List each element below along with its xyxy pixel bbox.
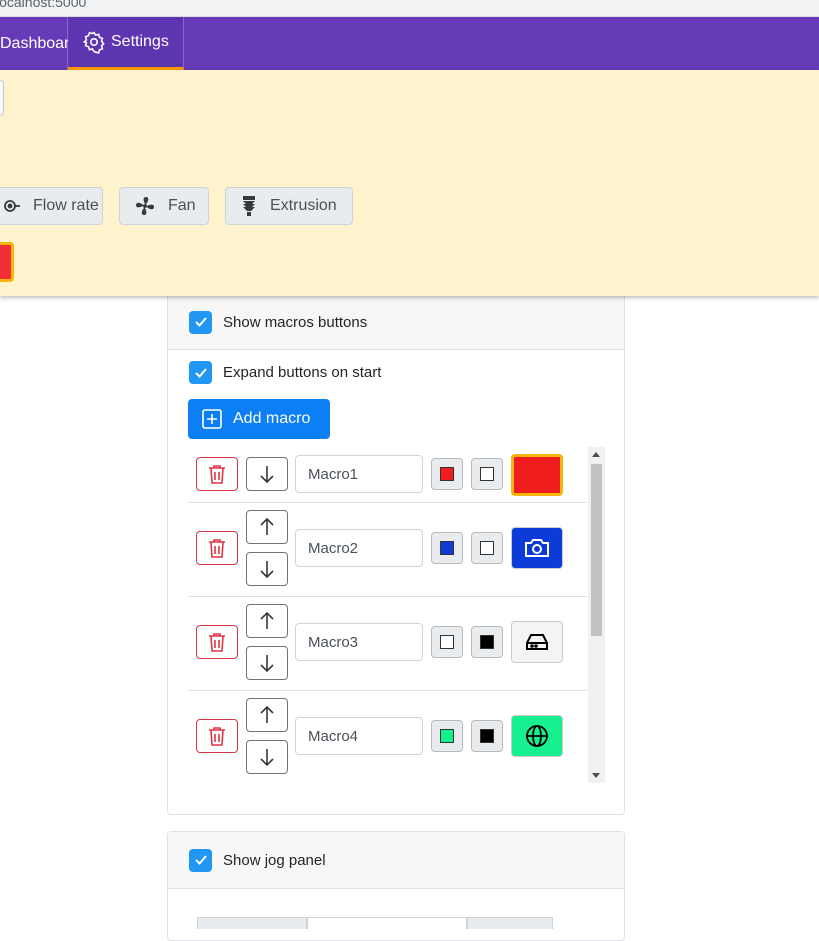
scroll-up-arrow-icon[interactable] [592,452,600,457]
macro-text-color-picker[interactable] [471,458,503,490]
arrow-up-icon [260,706,274,723]
plus-square-icon [202,409,222,429]
flow-rate-button[interactable]: Flow rate [0,187,103,225]
fan-label: Fan [168,197,196,214]
macro-list-scrollbar[interactable] [588,447,605,783]
delete-macro-button[interactable] [196,719,238,753]
delete-macro-button[interactable] [196,625,238,659]
jog-options-tabs [197,917,553,929]
check-icon [194,367,207,378]
macro-color-picker[interactable] [431,458,463,490]
macro-text-color-picker[interactable] [471,626,503,658]
macros-card-header: Show macros buttons [168,295,624,350]
jog-card: Show jog panel [167,831,625,941]
trash-icon [209,465,225,484]
macro-name-input[interactable] [295,623,423,661]
check-icon [194,317,207,327]
macro-row-4 [188,691,587,783]
show-macros-label: Show macros buttons [223,313,368,331]
jog-tab[interactable] [307,917,467,929]
macro-row-1 [188,447,587,503]
move-down-button[interactable] [246,740,288,774]
macro-color-picker[interactable] [431,626,463,658]
delete-macro-button[interactable] [196,457,238,491]
move-up-button[interactable] [246,604,288,638]
trash-icon [209,539,225,558]
arrow-up-icon [260,518,274,535]
camera-icon [525,539,549,557]
extrusion-icon [243,196,255,216]
macro-preview-button[interactable] [511,454,563,496]
expand-buttons-checkbox[interactable] [189,361,212,384]
tab-settings-label: Settings [111,33,169,50]
show-jog-label: Show jog panel [223,851,326,869]
check-icon [194,855,207,865]
jog-tab[interactable] [467,917,553,929]
move-up-button[interactable] [246,698,288,732]
macro-name-input[interactable] [295,455,423,493]
extrusion-button[interactable]: Extrusion [225,187,353,225]
macro-color-picker[interactable] [431,532,463,564]
tab-dashboard-label: Dashboard [0,34,79,52]
jog-card-header: Show jog panel [168,832,624,889]
arrow-down-icon [260,655,274,672]
macro-list [188,447,587,783]
move-down-button[interactable] [246,646,288,680]
macro-name-input[interactable] [295,717,423,755]
macro-name-input[interactable] [295,529,423,567]
tab-settings[interactable]: Settings [68,17,184,70]
fan-button[interactable]: Fan [119,187,209,225]
gear-icon [82,31,105,54]
macro-text-color-picker[interactable] [471,532,503,564]
hard-drive-icon [526,634,548,650]
trash-icon [209,727,225,746]
flow-rate-icon [4,200,20,212]
add-macro-button[interactable]: Add macro [188,399,330,439]
arrow-down-icon [260,466,274,483]
jog-tab[interactable] [197,917,307,929]
extrusion-label: Extrusion [270,197,337,214]
macro-color-picker[interactable] [431,720,463,752]
move-down-button[interactable] [246,457,288,491]
macro-text-color-picker[interactable] [471,720,503,752]
trash-icon [209,633,225,652]
delete-macro-button[interactable] [196,531,238,565]
show-jog-checkbox[interactable] [189,848,212,872]
show-macros-checkbox[interactable] [189,310,212,334]
top-navbar: Dashboard Settings [0,17,819,70]
tab-dashboard[interactable]: Dashboard [0,17,78,70]
arrow-down-icon [260,749,274,766]
url-text: localhost:5000 [0,0,87,10]
macro-preview-button[interactable] [511,715,563,757]
top-controls-panel: Flow rate Fan Extrusion [0,70,819,296]
macro-row-3 [188,597,587,691]
macro-preview-button[interactable] [511,621,563,663]
scrollbar-thumb[interactable] [591,464,602,636]
arrow-up-icon [260,612,274,629]
macros-card: Show macros buttons Expand buttons on st… [167,286,625,815]
globe-icon [526,725,548,747]
scroll-down-arrow-icon[interactable] [592,773,600,778]
macro-preview-button[interactable] [511,527,563,569]
expand-buttons-row: Expand buttons on start [189,361,381,384]
browser-url-bar[interactable]: localhost:5000 [0,0,819,17]
move-down-button[interactable] [246,552,288,586]
add-macro-label: Add macro [233,410,311,427]
move-up-button[interactable] [246,510,288,544]
arrow-down-icon [260,561,274,578]
partial-button[interactable] [0,80,4,116]
fan-icon [136,197,154,215]
expand-buttons-label: Expand buttons on start [223,364,382,381]
macro-row-2 [188,503,587,597]
flow-rate-label: Flow rate [33,197,99,214]
macro-preview-partial[interactable] [0,242,14,282]
